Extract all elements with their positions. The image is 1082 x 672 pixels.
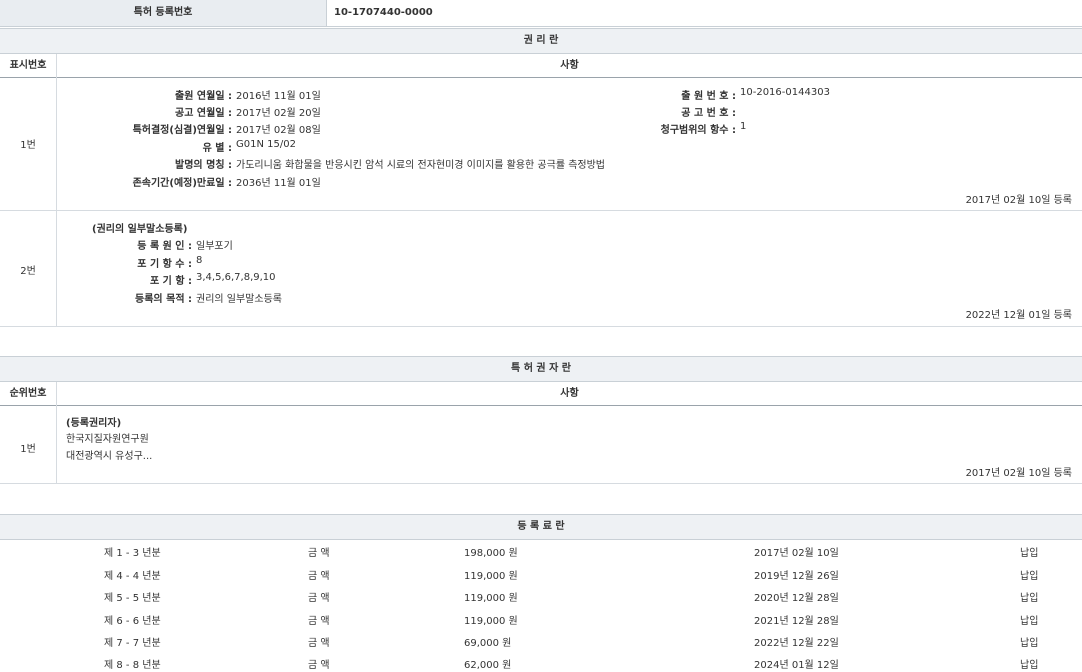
fee-status: 납입 — [1020, 634, 1038, 649]
fee-amount: 198,000 원 — [464, 544, 518, 559]
fee-status: 납입 — [1020, 589, 1038, 604]
waiver-items-label: 포 기 항 : — [60, 272, 192, 287]
fee-period: 제 4 - 4 년분 — [104, 567, 161, 582]
cause-value: 일부포기 — [196, 237, 233, 252]
holder-address: 대전광역시 유성구... — [66, 447, 152, 462]
claims-count-value: 1 — [740, 121, 746, 132]
fee-status: 납입 — [1020, 612, 1038, 627]
fee-paid-date: 2019년 12월 26일 — [754, 567, 839, 582]
entry-heading: (권리의 일부말소등록) — [92, 220, 187, 235]
top-row: 특허 등록번호 10-1707440-0000 — [0, 0, 1082, 27]
fee-paid-date: 2017년 02월 10일 — [754, 544, 839, 559]
fee-amount: 119,000 원 — [464, 612, 518, 627]
fee-status: 납입 — [1020, 567, 1038, 582]
fee-amount-label: 금 액 — [308, 544, 330, 559]
fee-period: 제 5 - 5 년분 — [104, 589, 161, 604]
fee-period: 제 6 - 6 년분 — [104, 612, 161, 627]
app-no-label: 출 원 번 호 : — [560, 87, 736, 102]
app-date-label: 출원 연월일 : — [60, 87, 232, 102]
col-rank-number: 순위번호 — [0, 382, 56, 405]
invention-title-value: 가도리니움 화합물을 반응시킨 암석 시료의 전자현미경 이미지를 활용한 공극… — [236, 156, 605, 171]
fee-amount-label: 금 액 — [308, 589, 330, 604]
fee-amount-label: 금 액 — [308, 612, 330, 627]
claims-count-label: 청구범위의 항수 : — [560, 121, 736, 136]
expiry-date-label: 존속기간(예정)만료일 : — [60, 174, 232, 189]
waiver-count-value: 8 — [196, 255, 202, 266]
class-label: 유 별 : — [60, 139, 232, 154]
fee-paid-date: 2024년 01월 12일 — [754, 656, 839, 671]
decision-date-label: 특허결정(심결)연월일 : — [60, 121, 232, 136]
fee-amount: 119,000 원 — [464, 589, 518, 604]
fees-title-text: 등 록 료 란 — [0, 515, 1082, 539]
fee-period: 제 1 - 3 년분 — [104, 544, 161, 559]
fee-amount-label: 금 액 — [308, 634, 330, 649]
purpose-label: 등록의 목적 : — [60, 290, 192, 305]
patent-number-value: 10-1707440-0000 — [334, 0, 433, 26]
app-no-value: 10-2016-0144303 — [740, 87, 830, 98]
expiry-date-value: 2036년 11월 01일 — [236, 174, 321, 189]
holder-section-title: 특 허 권 자 란 — [0, 356, 1082, 382]
fee-amount: 69,000 원 — [464, 634, 511, 649]
fee-status: 납입 — [1020, 544, 1038, 559]
pub-date-label: 공고 연월일 : — [60, 104, 232, 119]
entry-number: 2번 — [0, 262, 56, 277]
app-date-value: 2016년 11월 01일 — [236, 87, 321, 102]
entry-number: 1번 — [0, 440, 56, 455]
class-value: G01N 15/02 — [236, 139, 296, 150]
invention-title-label: 발명의 명칭 : — [60, 156, 232, 171]
fee-paid-date: 2021년 12월 28일 — [754, 612, 839, 627]
fee-paid-date: 2020년 12월 28일 — [754, 589, 839, 604]
col-content: 사항 — [57, 54, 1082, 77]
holder-heading: (등록권리자) — [66, 414, 121, 429]
holder-column-header: 순위번호 사항 — [0, 382, 1082, 405]
holder-title-text: 특 허 권 자 란 — [0, 357, 1082, 381]
cause-label: 등 록 원 인 : — [60, 237, 192, 252]
rights-section-title: 권 리 란 — [0, 28, 1082, 54]
fees-section-title: 등 록 료 란 — [0, 514, 1082, 540]
registration-date: 2022년 12월 01일 등록 — [966, 306, 1072, 321]
fee-amount: 62,000 원 — [464, 656, 511, 671]
decision-date-value: 2017년 02월 08일 — [236, 121, 321, 136]
pub-date-value: 2017년 02월 20일 — [236, 104, 321, 119]
waiver-items-value: 3,4,5,6,7,8,9,10 — [196, 272, 276, 283]
pub-no-label: 공 고 번 호 : — [560, 104, 736, 119]
fee-period: 제 8 - 8 년분 — [104, 656, 161, 671]
waiver-count-label: 포 기 항 수 : — [60, 255, 192, 270]
registration-date: 2017년 02월 10일 등록 — [966, 464, 1072, 479]
fee-amount-label: 금 액 — [308, 656, 330, 671]
fee-amount: 119,000 원 — [464, 567, 518, 582]
fee-paid-date: 2022년 12월 22일 — [754, 634, 839, 649]
col-display-number: 표시번호 — [0, 54, 56, 77]
purpose-value: 권리의 일부말소등록 — [196, 290, 282, 305]
fee-status: 납입 — [1020, 656, 1038, 671]
rights-column-header: 표시번호 사항 — [0, 54, 1082, 77]
registration-date: 2017년 02월 10일 등록 — [966, 191, 1072, 206]
fee-period: 제 7 - 7 년분 — [104, 634, 161, 649]
fee-amount-label: 금 액 — [308, 567, 330, 582]
patent-number-label: 특허 등록번호 — [0, 0, 327, 26]
entry-number: 1번 — [0, 136, 56, 151]
holder-name: 한국지질자원연구원 — [66, 430, 149, 445]
col-content: 사항 — [57, 382, 1082, 405]
rights-title-text: 권 리 란 — [0, 29, 1082, 53]
